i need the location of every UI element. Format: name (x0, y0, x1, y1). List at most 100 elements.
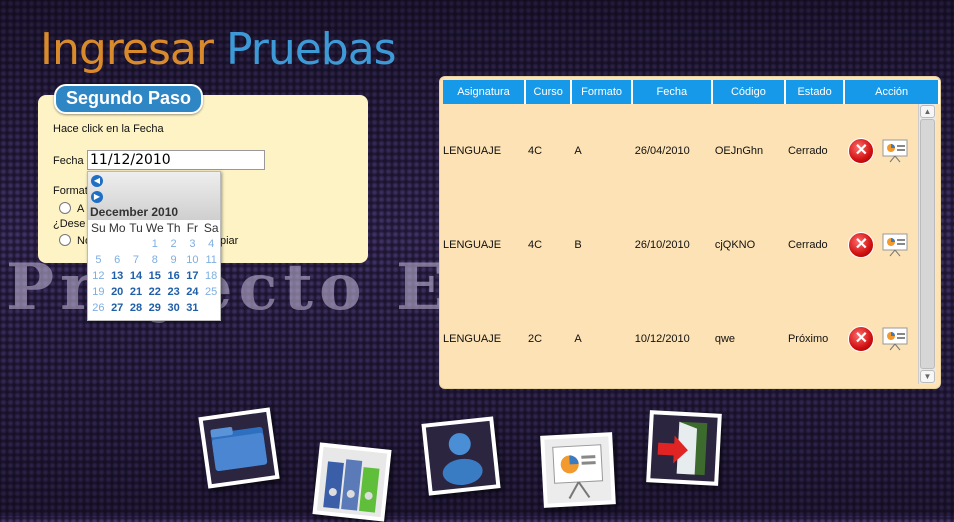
step-badge: Segundo Paso (54, 84, 204, 114)
date-input[interactable]: 11/12/2010 (87, 150, 265, 170)
calendar-day[interactable]: 24 (183, 284, 202, 300)
calendar-day[interactable]: 10 (183, 252, 202, 268)
title-part1: Ingresar (40, 24, 214, 75)
table-row: LENGUAJE 4C B 26/10/2010 cjQKNO Cerrado ✕ (443, 198, 940, 292)
calendar-day[interactable]: 19 (89, 284, 108, 300)
calendar-day[interactable]: 31 (183, 300, 202, 316)
calendar-day[interactable]: 1 (145, 236, 164, 252)
weekday-label: Tu (129, 221, 143, 235)
cell-asignatura: LENGUAJE (443, 333, 502, 345)
calendar-day[interactable]: 12 (89, 268, 108, 284)
instruction-text: Hace click en la Fecha (53, 123, 164, 135)
page-title: Ingresar Pruebas (40, 24, 397, 75)
cell-estado: Próximo (787, 333, 829, 345)
column-header[interactable]: Fecha (632, 80, 713, 104)
copiar-label-tail: piar (220, 235, 239, 247)
table-row: LENGUAJE 4C A 26/04/2010 OEJnGhn Cerrado ✕ (443, 104, 940, 198)
cell-curso: 4C (528, 145, 543, 157)
calendar-day[interactable]: 7 (127, 252, 146, 268)
calendar-header: ◀ ▶ December 2010 (88, 172, 220, 220)
weekday-label: Su (91, 221, 106, 235)
grid-scrollbar[interactable]: ▲ ▼ (918, 104, 936, 384)
scroll-up-icon[interactable]: ▲ (920, 105, 935, 118)
radio-format-a[interactable] (59, 202, 71, 214)
weekday-label: Fr (186, 221, 199, 235)
cell-fecha: 10/12/2010 (634, 333, 690, 345)
calendar-day[interactable]: 13 (108, 268, 127, 284)
tests-table: Asignatura Curso Formato Fecha Código Estado A… (443, 80, 940, 386)
calendar-day[interactable]: 3 (183, 236, 202, 252)
column-header[interactable]: Código (712, 80, 786, 104)
presentation-icon[interactable] (882, 233, 908, 257)
calendar-day[interactable]: 22 (145, 284, 164, 300)
calendar-month-title: December 2010 (90, 205, 179, 219)
cell-codigo: qwe (714, 333, 736, 345)
weekday-label: Sa (203, 221, 219, 235)
cell-fecha: 26/04/2010 (634, 145, 690, 157)
binders-icon (323, 459, 380, 513)
cell-curso: 4C (528, 239, 543, 251)
scroll-down-icon[interactable]: ▼ (920, 370, 935, 383)
calendar-day[interactable]: 8 (145, 252, 164, 268)
calendar-day[interactable]: 17 (183, 268, 202, 284)
cell-fecha: 26/10/2010 (634, 239, 690, 251)
cell-formato: B (574, 239, 582, 251)
folder-icon (210, 426, 268, 472)
scroll-thumb[interactable] (920, 119, 935, 369)
column-header[interactable]: Acción (845, 80, 940, 104)
calendar-day (202, 300, 221, 316)
cell-estado: Cerrado (787, 145, 828, 157)
presentation-icon[interactable] (882, 139, 908, 163)
cell-estado: Cerrado (787, 239, 828, 251)
dock-presentation[interactable] (540, 432, 616, 508)
table-row: LENGUAJE 2C A 10/12/2010 qwe Próximo ✕ (443, 292, 940, 386)
column-header[interactable]: Formato (572, 80, 633, 104)
column-header[interactable]: Curso (526, 80, 573, 104)
calendar-day[interactable]: 20 (108, 284, 127, 300)
calendar-day[interactable]: 27 (108, 300, 127, 316)
calendar-day[interactable]: 18 (202, 268, 221, 284)
delete-icon[interactable]: ✕ (848, 232, 875, 258)
calendar-day[interactable]: 16 (164, 268, 183, 284)
date-picker: ◀ ▶ December 2010 Su Mo Tu We Th Fr Sa 1 2 3 4 5 6 7 8… (87, 171, 221, 321)
presentation-icon (552, 444, 604, 499)
cell-codigo: cjQKNO (714, 239, 756, 251)
dock-exit[interactable] (646, 410, 722, 486)
calendar-day[interactable]: 14 (127, 268, 146, 284)
cell-asignatura: LENGUAJE (443, 145, 502, 157)
weekday-label: Th (166, 221, 181, 235)
radio-format-a-label: A (77, 203, 85, 215)
delete-icon[interactable]: ✕ (848, 326, 875, 352)
dock-user[interactable] (421, 416, 501, 496)
date-label: Fecha (53, 155, 84, 167)
calendar-day[interactable]: 21 (127, 284, 146, 300)
calendar-day[interactable]: 6 (108, 252, 127, 268)
calendar-day (127, 236, 146, 252)
calendar-day[interactable]: 28 (127, 300, 146, 316)
calendar-day (89, 236, 108, 252)
dock-folder[interactable] (198, 407, 280, 489)
calendar-day[interactable]: 5 (89, 252, 108, 268)
delete-icon[interactable]: ✕ (848, 138, 875, 164)
column-header[interactable]: Asignatura (443, 80, 527, 104)
calendar-day[interactable]: 15 (145, 268, 164, 284)
prev-arrow-icon[interactable]: ◀ (91, 175, 103, 187)
calendar-day[interactable]: 4 (202, 236, 221, 252)
calendar-day[interactable]: 25 (202, 284, 221, 300)
calendar-day[interactable]: 9 (164, 252, 183, 268)
next-arrow-icon[interactable]: ▶ (91, 191, 103, 203)
calendar-day[interactable]: 30 (164, 300, 183, 316)
calendar-day[interactable]: 2 (164, 236, 183, 252)
calendar-day[interactable]: 29 (145, 300, 164, 316)
cell-codigo: OEJnGhn (714, 145, 764, 157)
cell-formato: A (574, 145, 582, 157)
calendar-day[interactable]: 11 (202, 252, 221, 268)
cell-curso: 2C (528, 333, 543, 345)
title-part2: Pruebas (225, 24, 397, 75)
column-header[interactable]: Estado (785, 80, 846, 104)
presentation-icon[interactable] (882, 327, 908, 351)
calendar-day[interactable]: 26 (89, 300, 108, 316)
dock-binders[interactable] (312, 442, 392, 522)
calendar-day[interactable]: 23 (164, 284, 183, 300)
radio-copy-no[interactable] (59, 234, 71, 246)
